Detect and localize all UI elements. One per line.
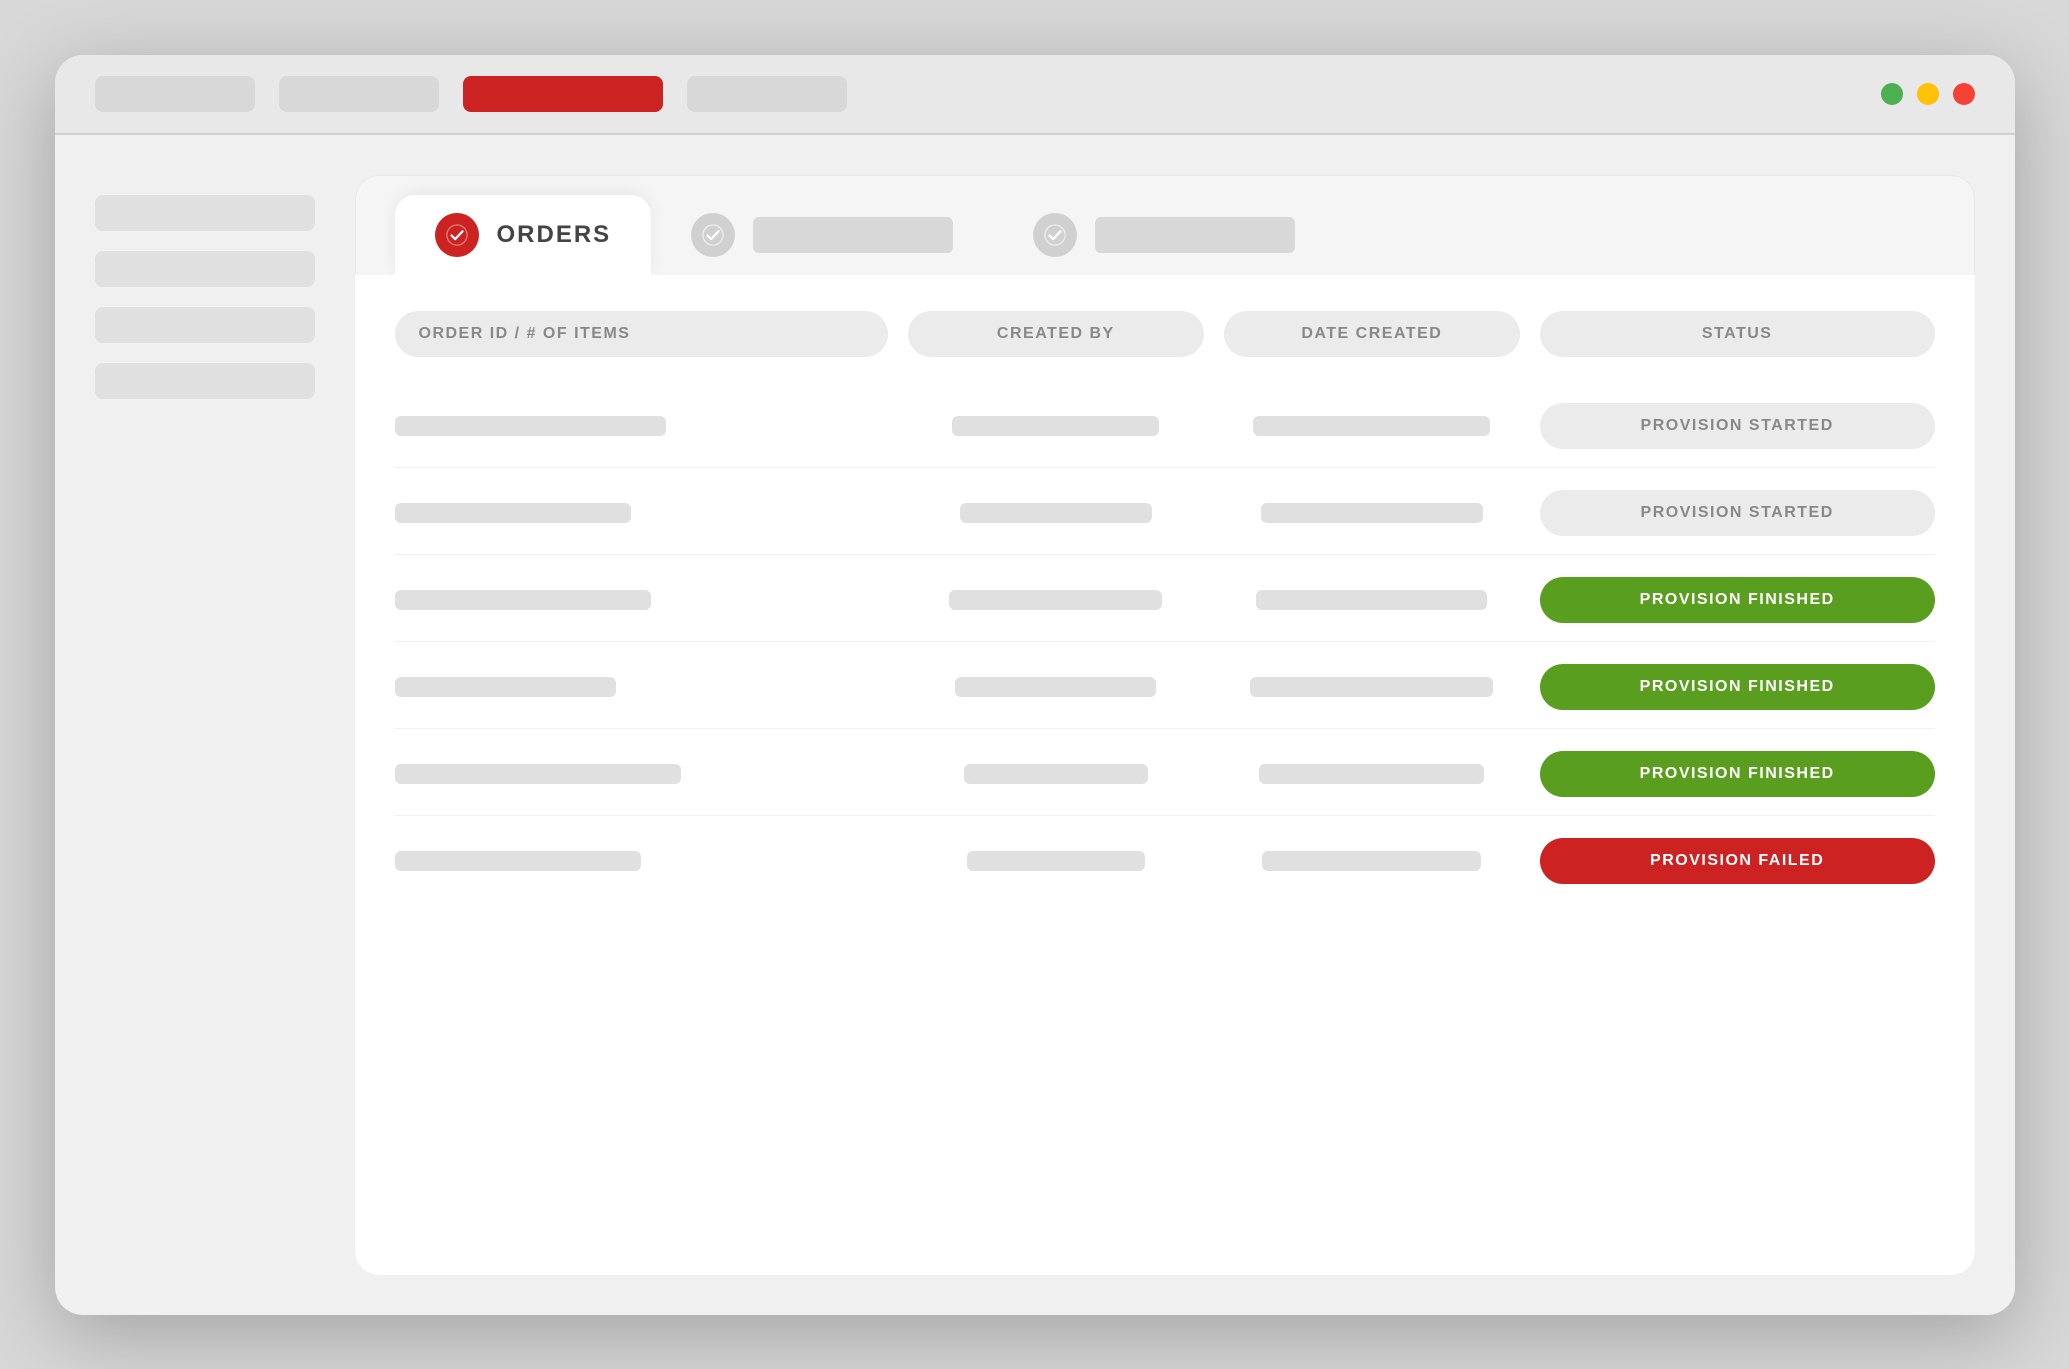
sidebar bbox=[95, 175, 315, 1275]
table-row[interactable]: PROVISION FINISHED bbox=[395, 559, 1935, 642]
cell-status: PROVISION FAILED bbox=[1540, 838, 1935, 884]
cell-date bbox=[1224, 416, 1520, 436]
cell-date bbox=[1224, 851, 1520, 871]
cell-order-id bbox=[395, 503, 888, 523]
status-badge-finished: PROVISION FINISHED bbox=[1540, 664, 1935, 710]
status-badge-started: PROVISION STARTED bbox=[1540, 490, 1935, 536]
table-rows: PROVISION STARTED bbox=[395, 385, 1935, 902]
sidebar-item-1[interactable] bbox=[95, 195, 315, 231]
table-area: ORDER ID / # OF ITEMS CREATED BY DATE CR… bbox=[355, 275, 1975, 1275]
sidebar-item-4[interactable] bbox=[95, 363, 315, 399]
cell-status: PROVISION FINISHED bbox=[1540, 664, 1935, 710]
table-row[interactable]: PROVISION FINISHED bbox=[395, 733, 1935, 816]
browser-tab-4[interactable] bbox=[687, 76, 847, 112]
cell-order-id bbox=[395, 677, 888, 697]
browser-controls bbox=[1881, 83, 1975, 105]
status-badge-started: PROVISION STARTED bbox=[1540, 403, 1935, 449]
cell-created-by bbox=[908, 503, 1204, 523]
cell-status: PROVISION STARTED bbox=[1540, 403, 1935, 449]
table-row[interactable]: PROVISION STARTED bbox=[395, 385, 1935, 468]
browser-tab-2[interactable] bbox=[279, 76, 439, 112]
tab3-check-icon bbox=[1033, 213, 1077, 257]
browser-window: ORDERS bbox=[55, 55, 2015, 1315]
col-header-created-by: CREATED BY bbox=[908, 311, 1204, 357]
maximize-button[interactable] bbox=[1917, 83, 1939, 105]
cell-status: PROVISION STARTED bbox=[1540, 490, 1935, 536]
table-header: ORDER ID / # OF ITEMS CREATED BY DATE CR… bbox=[395, 311, 1935, 357]
cell-order-id bbox=[395, 416, 888, 436]
browser-tab-active[interactable] bbox=[463, 76, 663, 112]
col-header-status: STATUS bbox=[1540, 311, 1935, 357]
tab-3[interactable] bbox=[993, 195, 1335, 275]
sidebar-item-2[interactable] bbox=[95, 251, 315, 287]
browser-chrome bbox=[55, 55, 2015, 135]
tab-bar: ORDERS bbox=[355, 175, 1975, 275]
cell-date bbox=[1224, 590, 1520, 610]
status-badge-failed: PROVISION FAILED bbox=[1540, 838, 1935, 884]
tab2-label-placeholder bbox=[753, 217, 953, 253]
tab3-label-placeholder bbox=[1095, 217, 1295, 253]
cell-created-by bbox=[908, 677, 1204, 697]
cell-order-id bbox=[395, 590, 888, 610]
cell-date bbox=[1224, 677, 1520, 697]
close-button[interactable] bbox=[1953, 83, 1975, 105]
status-badge-finished: PROVISION FINISHED bbox=[1540, 751, 1935, 797]
table-row[interactable]: PROVISION FAILED bbox=[395, 820, 1935, 902]
col-header-date-created: DATE CREATED bbox=[1224, 311, 1520, 357]
cell-date bbox=[1224, 503, 1520, 523]
main-content: ORDERS bbox=[355, 175, 1975, 1275]
tab-orders-label: ORDERS bbox=[497, 221, 612, 249]
table-row[interactable]: PROVISION FINISHED bbox=[395, 646, 1935, 729]
cell-status: PROVISION FINISHED bbox=[1540, 577, 1935, 623]
cell-created-by bbox=[908, 416, 1204, 436]
orders-check-icon bbox=[435, 213, 479, 257]
cell-created-by bbox=[908, 851, 1204, 871]
status-badge-finished: PROVISION FINISHED bbox=[1540, 577, 1935, 623]
cell-status: PROVISION FINISHED bbox=[1540, 751, 1935, 797]
tab2-check-icon bbox=[691, 213, 735, 257]
table-row[interactable]: PROVISION STARTED bbox=[395, 472, 1935, 555]
sidebar-item-3[interactable] bbox=[95, 307, 315, 343]
cell-order-id bbox=[395, 851, 888, 871]
tab-2[interactable] bbox=[651, 195, 993, 275]
tab-orders[interactable]: ORDERS bbox=[395, 195, 652, 275]
browser-tabs bbox=[95, 76, 847, 112]
browser-tab-1[interactable] bbox=[95, 76, 255, 112]
minimize-button[interactable] bbox=[1881, 83, 1903, 105]
col-header-order-id: ORDER ID / # OF ITEMS bbox=[395, 311, 888, 357]
browser-content: ORDERS bbox=[55, 135, 2015, 1315]
cell-created-by bbox=[908, 764, 1204, 784]
cell-order-id bbox=[395, 764, 888, 784]
cell-created-by bbox=[908, 590, 1204, 610]
cell-date bbox=[1224, 764, 1520, 784]
